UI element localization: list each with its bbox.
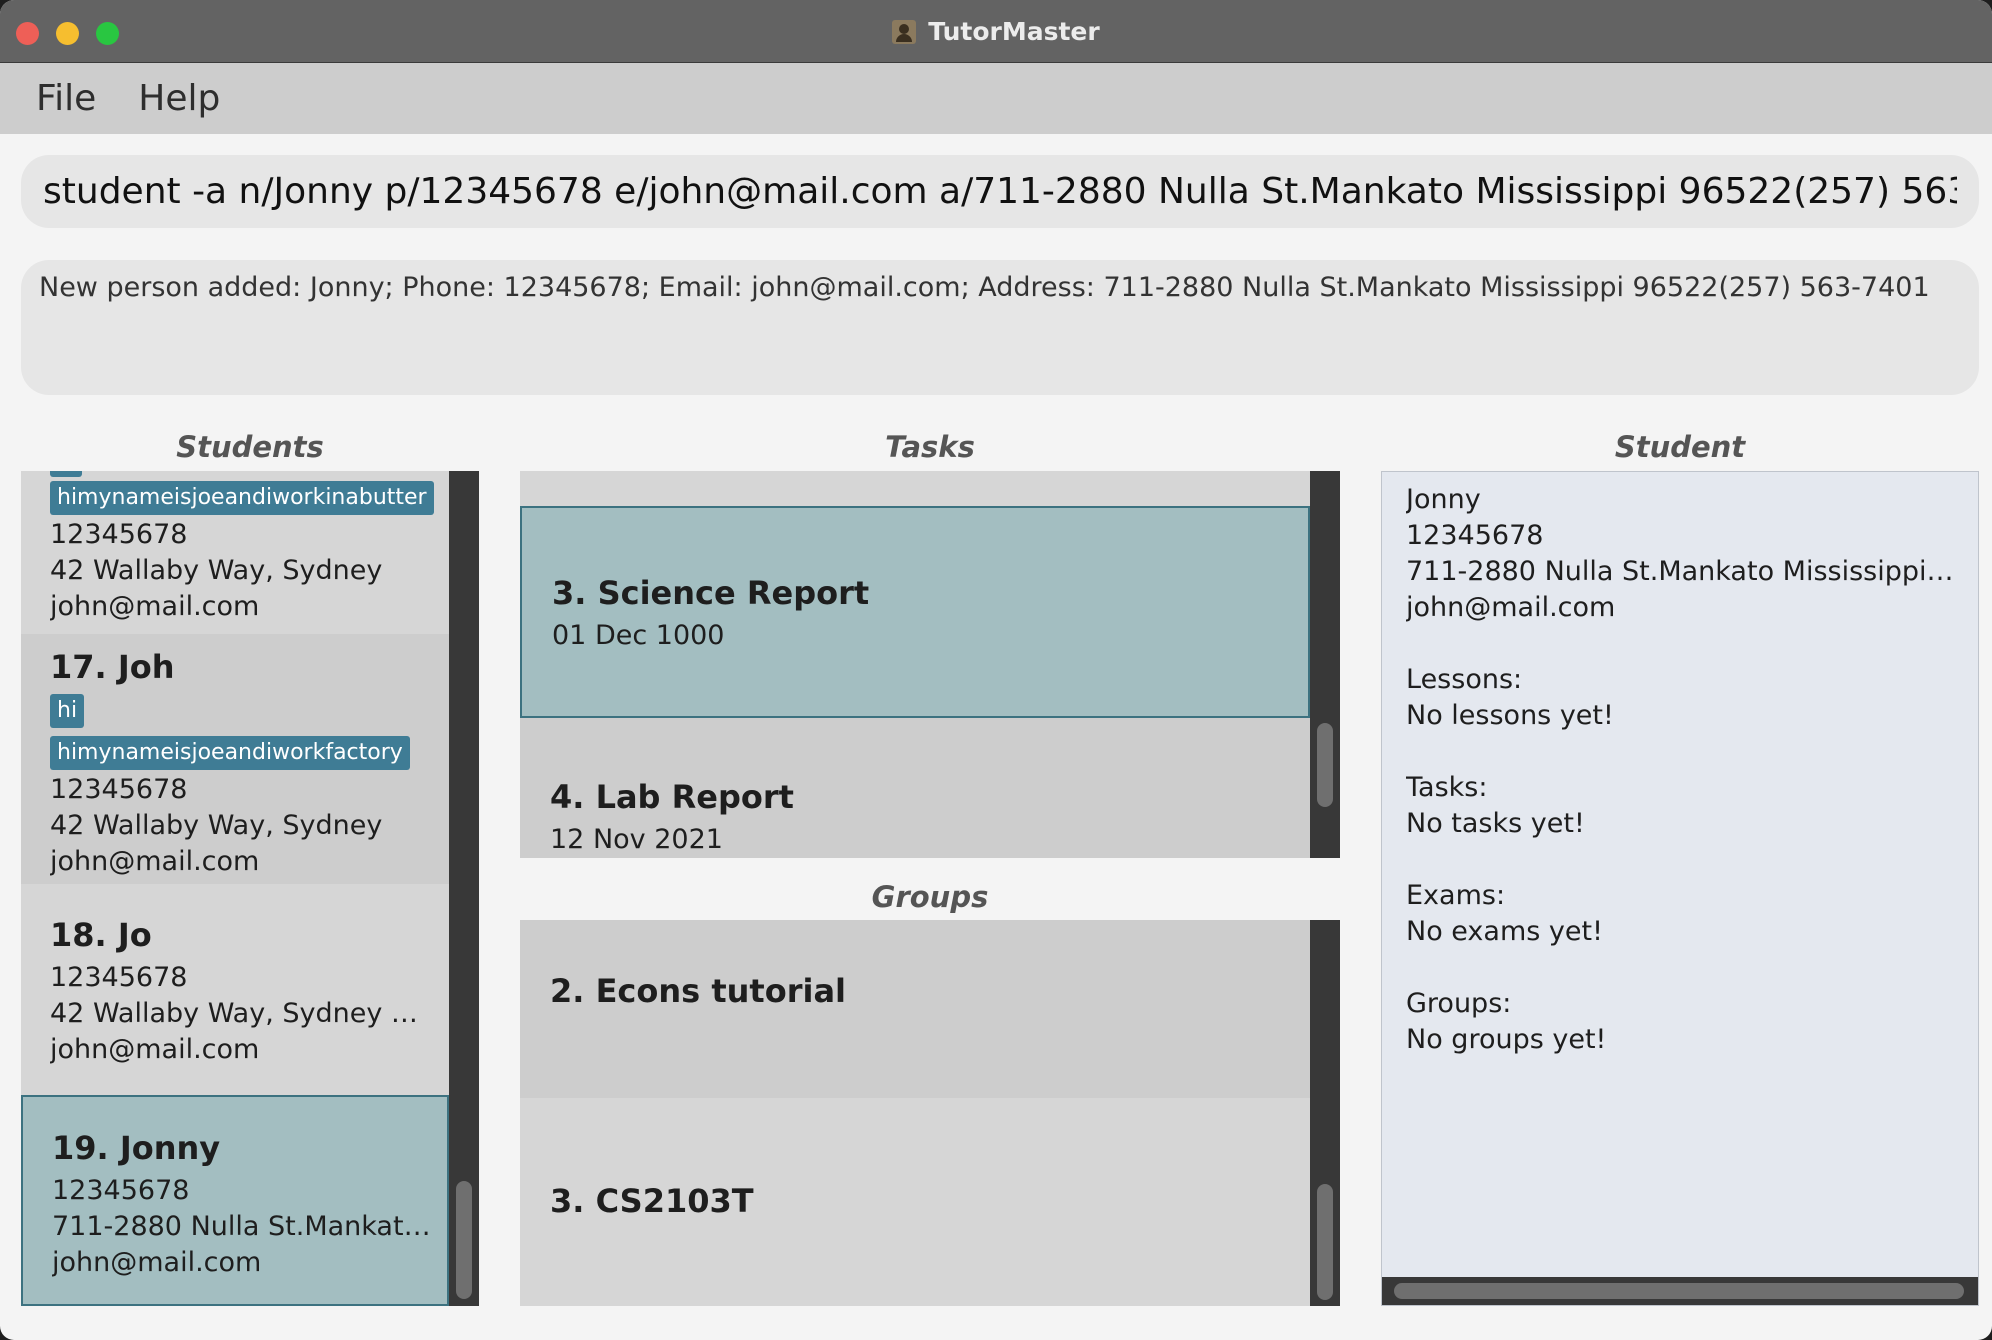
student-tag: himynameisjoeandiworkfactory — [50, 736, 410, 770]
student-card-17[interactable]: 17. Joh hi himynameisjoeandiworkfactory … — [21, 634, 449, 884]
student-phone: 12345678 — [50, 519, 188, 550]
student-detail-header: Student — [1614, 430, 1746, 464]
task-card-4[interactable]: 4. Lab Report 12 Nov 2021 — [520, 718, 1310, 858]
app-icon — [892, 19, 917, 44]
detail-lessons-value: No lessons yet! — [1406, 700, 1614, 731]
detail-name: Jonny — [1406, 484, 1481, 515]
detail-email: john@mail.com — [1406, 592, 1616, 623]
task-list[interactable]: 3. Science Report 01 Dec 1000 4. Lab Rep… — [520, 471, 1340, 858]
app-window: TutorMaster File Help New person added: … — [0, 0, 1992, 1340]
detail-exams-value: No exams yet! — [1406, 916, 1603, 947]
title-bar[interactable]: TutorMaster — [0, 0, 1992, 63]
detail-exams-label: Exams: — [1406, 880, 1506, 911]
student-phone: 12345678 — [50, 774, 188, 805]
student-phone: 12345678 — [50, 962, 188, 993]
student-address: 711-2880 Nulla St.Mankato Mississippi 96… — [52, 1211, 437, 1242]
task-title: 3. Science Report — [552, 574, 870, 612]
task-title: 4. Lab Report — [550, 778, 794, 816]
detail-address: 711-2880 Nulla St.Mankato Mississippi 96… — [1406, 556, 1960, 587]
group-card-2[interactable]: 2. Econs tutorial — [520, 920, 1310, 1098]
result-text: New person added: Jonny; Phone: 12345678… — [39, 272, 1930, 303]
window-title: TutorMaster — [928, 17, 1100, 46]
student-list-scrollbar[interactable] — [449, 471, 479, 1306]
tasks-header: Tasks — [885, 430, 975, 464]
task-date: 12 Nov 2021 — [550, 824, 723, 855]
group-title: 3. CS2103T — [550, 1182, 754, 1220]
task-card-partial[interactable] — [520, 471, 1310, 506]
menu-file[interactable]: File — [36, 78, 96, 119]
student-email: john@mail.com — [50, 846, 260, 877]
group-card-3[interactable]: 3. CS2103T — [520, 1098, 1310, 1306]
menu-bar: File Help — [0, 63, 1992, 134]
detail-groups-label: Groups: — [1406, 988, 1512, 1019]
detail-horizontal-scrollbar[interactable] — [1382, 1277, 1978, 1305]
detail-horizontal-scroll-thumb[interactable] — [1394, 1283, 1964, 1299]
task-card-3[interactable]: 3. Science Report 01 Dec 1000 — [520, 506, 1310, 718]
detail-tasks-label: Tasks: — [1406, 772, 1488, 803]
student-card-partial[interactable]: himynameisjoeandiworkinabutter 12345678 … — [21, 471, 449, 634]
tag-partial-top — [50, 471, 82, 477]
student-tag: himynameisjoeandiworkinabutter — [50, 481, 434, 515]
result-display[interactable]: New person added: Jonny; Phone: 12345678… — [21, 260, 1979, 395]
menu-help[interactable]: Help — [138, 78, 220, 119]
student-card-19[interactable]: 19. Jonny 12345678 711-2880 Nulla St.Man… — [21, 1095, 449, 1306]
student-email: john@mail.com — [50, 591, 260, 622]
command-box — [21, 155, 1979, 228]
detail-phone: 12345678 — [1406, 520, 1544, 551]
student-tag: hi — [50, 694, 85, 728]
groups-header: Groups — [871, 880, 989, 914]
group-list-scroll-thumb[interactable] — [1317, 1184, 1333, 1300]
student-phone: 12345678 — [52, 1175, 190, 1206]
detail-lessons-label: Lessons: — [1406, 664, 1523, 695]
task-list-scroll-thumb[interactable] — [1317, 723, 1333, 807]
student-address: 42 Wallaby Way, Sydney New York Hong Kon… — [50, 998, 435, 1029]
window-title-group: TutorMaster — [0, 0, 1992, 63]
student-name: 18. Jo — [50, 916, 152, 954]
detail-groups-value: No groups yet! — [1406, 1024, 1607, 1055]
student-name: 19. Jonny — [52, 1129, 221, 1167]
task-date: 01 Dec 1000 — [552, 620, 725, 651]
student-list-scroll-thumb[interactable] — [456, 1181, 472, 1299]
student-list[interactable]: himynameisjoeandiworkinabutter 12345678 … — [21, 471, 479, 1306]
student-detail-panel[interactable]: Jonny 12345678 711-2880 Nulla St.Mankato… — [1381, 471, 1979, 1306]
student-card-18[interactable]: 18. Jo 12345678 42 Wallaby Way, Sydney N… — [21, 884, 449, 1095]
group-list[interactable]: 2. Econs tutorial 3. CS2103T — [520, 920, 1340, 1306]
group-list-scrollbar[interactable] — [1310, 920, 1340, 1306]
command-input[interactable] — [43, 171, 1957, 212]
task-list-scrollbar[interactable] — [1310, 471, 1340, 858]
student-address: 42 Wallaby Way, Sydney — [50, 810, 383, 841]
student-address: 42 Wallaby Way, Sydney — [50, 555, 383, 586]
students-header: Students — [176, 430, 324, 464]
detail-tasks-value: No tasks yet! — [1406, 808, 1585, 839]
student-name: 17. Joh — [50, 648, 175, 686]
student-email: john@mail.com — [52, 1247, 262, 1278]
group-title: 2. Econs tutorial — [550, 972, 847, 1010]
student-email: john@mail.com — [50, 1034, 260, 1065]
